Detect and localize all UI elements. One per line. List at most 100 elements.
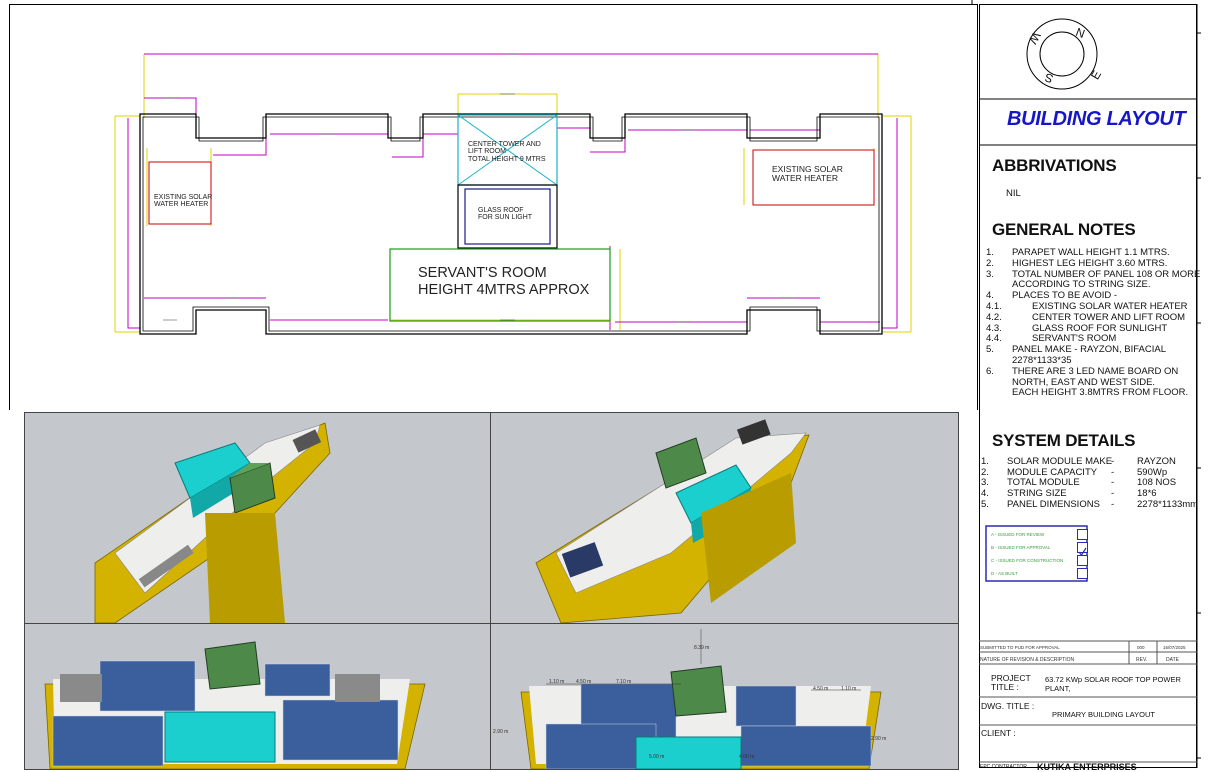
client-label: CLIENT : <box>981 728 1016 738</box>
system-detail-row: 1. SOLAR MODULE MAKE - RAYZON <box>980 456 1198 467</box>
system-detail-value: 18*6 <box>1137 488 1157 500</box>
system-detail-key: MODULE CAPACITY <box>1007 466 1098 478</box>
system-detail-value: 2278*1133mm <box>1137 498 1199 510</box>
heater-left-label: EXISTING SOLAR WATER HEATER <box>154 194 213 209</box>
heater-right-label: EXISTING SOLAR WATER HEATER <box>772 164 843 183</box>
note-number: 6. <box>986 365 994 377</box>
drawing-title: BUILDING LAYOUT <box>1007 108 1186 130</box>
system-detail-value: 590Wp <box>1137 466 1168 478</box>
view-3d-bottom-left <box>24 623 492 770</box>
system-detail-key: STRING SIZE <box>1007 488 1067 500</box>
checkbox-checked[interactable] <box>1077 542 1088 557</box>
system-detail-number: 5. <box>981 498 989 510</box>
revision-date: 16/07/2025 <box>1163 645 1186 650</box>
note-number: 4.2. <box>986 311 1002 323</box>
note-number: 4.4. <box>986 333 1002 345</box>
project-label: PROJECT TITLE : <box>991 673 1031 693</box>
dim-label: 4.50 m <box>813 686 829 692</box>
system-detail-key: PANEL DIMENSIONS <box>1007 498 1100 510</box>
note-text: 2278*1133*35 <box>1012 355 1072 366</box>
glass-roof-label: GLASS ROOF FOR SUN LIGHT <box>478 207 533 222</box>
note-text: CENTER TOWER AND LIFT ROOM <box>1032 311 1186 323</box>
dim-label: 8.39 m <box>694 645 710 651</box>
center-tower-label: CENTER TOWER AND LIFT ROOM TOTAL HEIGHT … <box>468 141 546 163</box>
note-text: TOTAL NUMBER OF PANEL 108 OR MORE <box>1012 268 1201 280</box>
roof-plan <box>9 0 978 410</box>
note-number: 1. <box>986 247 994 258</box>
system-detail-row: 3. TOTAL MODULE - 108 NOS <box>980 477 1198 488</box>
dim-label: 2.90 m <box>871 736 887 742</box>
note-text: THERE ARE 3 LED NAME BOARD ON <box>1012 365 1179 377</box>
view-3d-top-left <box>24 412 492 624</box>
sheet-edge-marks <box>1197 4 1201 768</box>
view-3d-top-right <box>490 412 959 624</box>
title-block: N E S W BUILDING LAYOUT ABBRIVATIONS NIL… <box>979 0 1201 772</box>
checkbox[interactable] <box>1077 568 1088 579</box>
note-text: NORTH, EAST AND WEST SIDE. <box>1012 376 1156 388</box>
system-detail-key: SOLAR MODULE MAKE <box>1007 456 1113 467</box>
system-detail-number: 3. <box>981 477 989 489</box>
contractor-label: EPC CONTRACTOR <box>980 764 1027 770</box>
revision-rev: 000 <box>1137 645 1145 650</box>
note-text: PLACES TO BE AVOID - <box>1012 290 1118 302</box>
note-number: 3. <box>986 268 994 280</box>
system-detail-number: 1. <box>981 456 989 467</box>
checkbox[interactable] <box>1077 529 1088 540</box>
abbreviations-heading: ABBRIVATIONS <box>992 156 1117 175</box>
dim-label: 7.10 m <box>616 679 632 685</box>
system-detail-row: 4. STRING SIZE - 18*6 <box>980 488 1198 499</box>
note-text: PANEL MAKE - RAYZON, BIFACIAL <box>1012 344 1166 356</box>
system-detail-row: 5. PANEL DIMENSIONS - 2278*1133mm <box>980 499 1198 510</box>
project-value: 63.72 KWp SOLAR ROOF TOP POWER PLANT, <box>1045 675 1181 693</box>
note-text: PARAPET WALL HEIGHT 1.1 MTRS. <box>1012 247 1170 258</box>
note-number: 2. <box>986 257 994 269</box>
dim-label: 4.50 m <box>576 679 592 685</box>
system-detail-dash: - <box>1111 488 1115 500</box>
view-3d-bottom-right: 8.39 m 1.10 m 4.50 m 7.10 m 4.50 m 1.10 … <box>490 623 959 770</box>
note-text: EXISTING SOLAR WATER HEATER <box>1032 301 1188 312</box>
note-text: HIGHEST LEG HEIGHT 3.60 MTRS. <box>1012 257 1168 269</box>
contractor-value: KUTIKA ENTERPRISES <box>1037 762 1137 772</box>
servant-room-label: SERVANT'S ROOM HEIGHT 4MTRS APPROX <box>418 265 590 299</box>
system-details-heading: SYSTEM DETAILS <box>992 431 1136 450</box>
dim-label: 5.00 m <box>649 754 665 760</box>
dim-label: 2.90 m <box>493 729 509 735</box>
note-text: SERVANT'S ROOM <box>1032 333 1117 345</box>
approval-label: C - ISSUED FOR CONSTRUCTION <box>991 558 1064 563</box>
system-detail-key: TOTAL MODULE <box>1007 477 1080 489</box>
drawing-sheet: CENTER TOWER AND LIFT ROOM TOTAL HEIGHT … <box>0 0 1213 772</box>
note-text: GLASS ROOF FOR SUNLIGHT <box>1032 322 1168 334</box>
note-text: EACH HEIGHT 3.8MTRS FROM FLOOR. <box>1012 387 1189 399</box>
note-number: 4.1. <box>986 301 1002 312</box>
note-number: 5. <box>986 344 994 356</box>
dim-label: 4.00 m <box>739 754 755 760</box>
revision-desc: SUBMITTED TO PUD FOR APPROVAL <box>980 645 1060 650</box>
note-text: ACCORDING TO STRING SIZE. <box>1012 279 1151 291</box>
system-detail-dash: - <box>1111 498 1115 510</box>
checkbox[interactable] <box>1077 555 1088 566</box>
revision-header-date: DATE <box>1166 657 1179 663</box>
dim-label: 1.10 m <box>841 686 857 692</box>
system-detail-value: RAYZON <box>1137 456 1176 467</box>
system-detail-number: 4. <box>981 488 989 500</box>
revision-header-desc: NATURE OF REVISION & DESCRIPTION <box>980 657 1075 663</box>
system-detail-dash: - <box>1111 477 1115 489</box>
dim-label: 1.10 m <box>549 679 565 685</box>
note-number: 4.3. <box>986 322 1002 334</box>
system-detail-row: 2. MODULE CAPACITY - 590Wp <box>980 467 1198 478</box>
approval-label: B - ISSUED FOR APPROVAL <box>991 545 1051 550</box>
dwg-title-label: DWG. TITLE : <box>981 701 1035 711</box>
system-detail-value: 108 NOS <box>1137 477 1177 489</box>
system-detail-dash: - <box>1111 466 1115 478</box>
system-detail-number: 2. <box>981 466 989 478</box>
dwg-title-value: PRIMARY BUILDING LAYOUT <box>1052 710 1155 719</box>
heater-left <box>148 161 212 225</box>
approval-label: D - AS BUILT <box>991 571 1018 576</box>
approval-label: A - ISSUED FOR REVIEW <box>991 532 1045 537</box>
general-notes-heading: GENERAL NOTES <box>992 220 1136 239</box>
note-number: 4. <box>986 290 994 302</box>
approval-status-box: A - ISSUED FOR REVIEW B - ISSUED FOR APPR… <box>986 526 1088 581</box>
revision-header-rev: REV. <box>1136 657 1148 663</box>
abbreviations-value: NIL <box>1006 188 1021 199</box>
system-detail-dash: - <box>1111 456 1115 467</box>
